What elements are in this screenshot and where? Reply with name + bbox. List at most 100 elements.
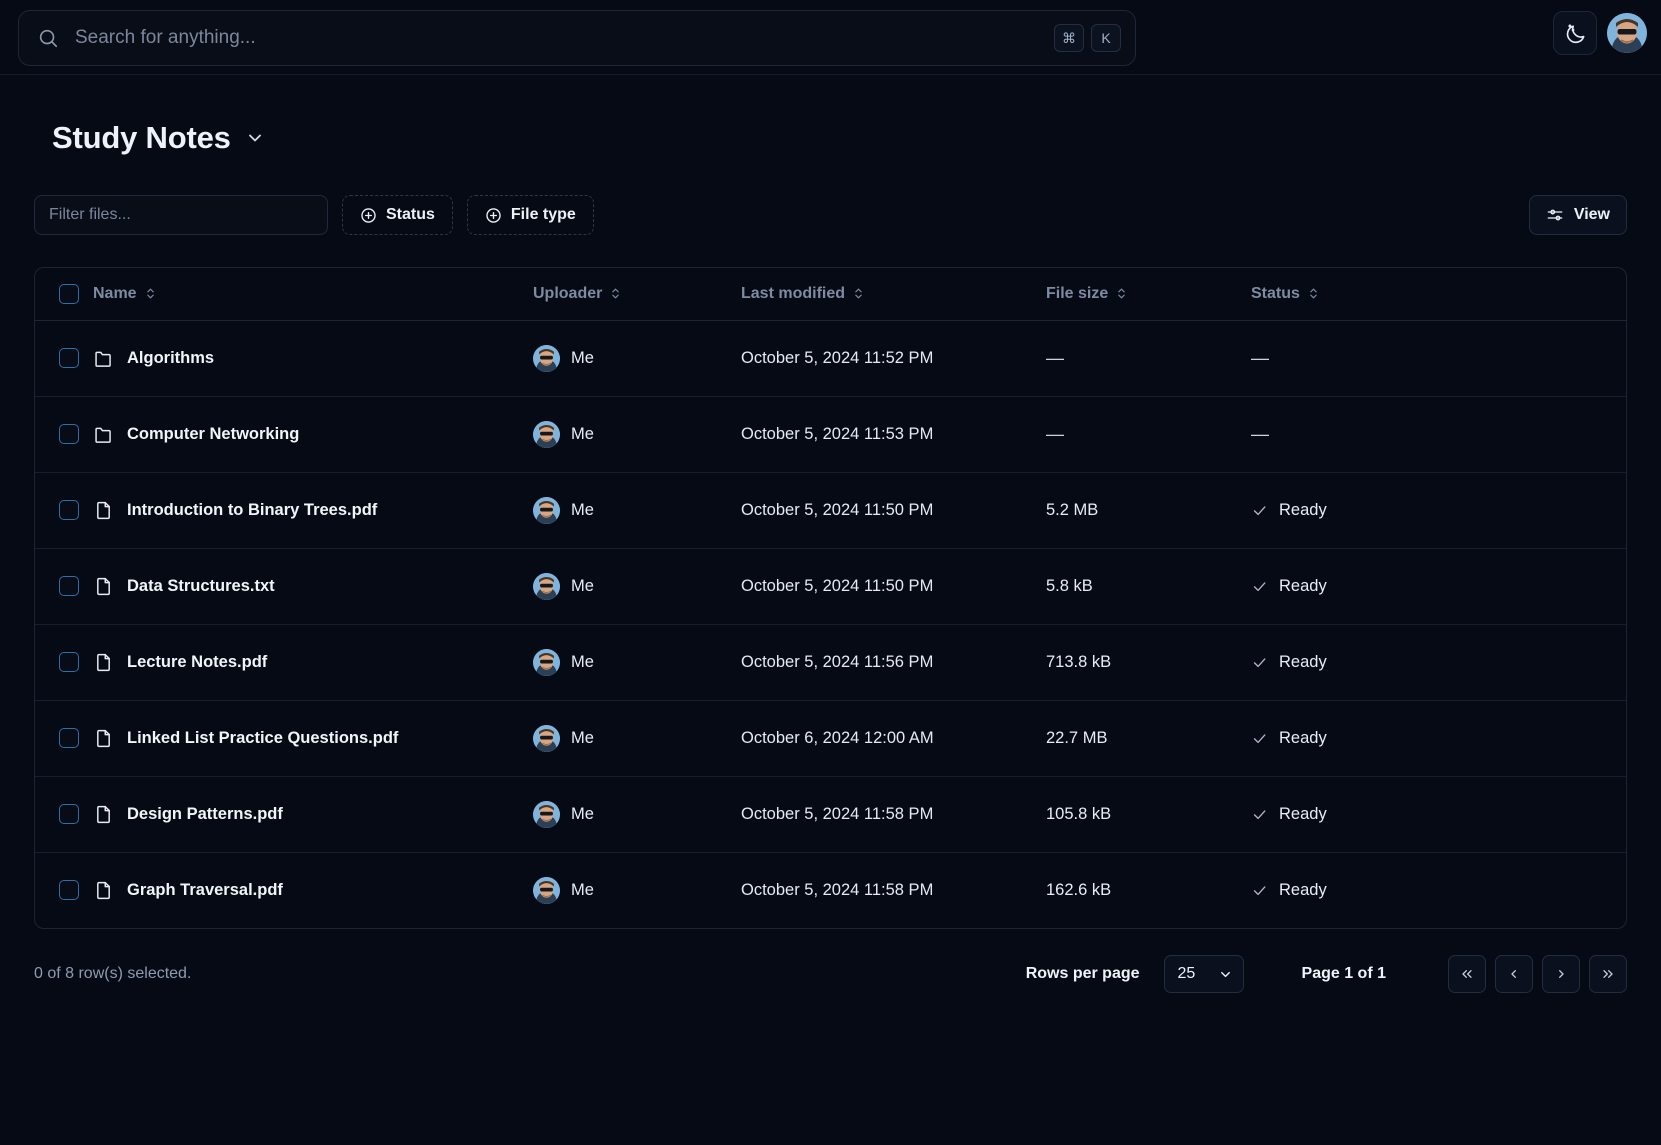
- table-row[interactable]: Design Patterns.pdf Me October 5, 2024 11:…: [35, 776, 1626, 853]
- table-row[interactable]: Algorithms Me October 5, 2024 11:52 PM — —: [35, 320, 1626, 397]
- status-badge: Ready: [1279, 804, 1327, 823]
- view-options-button[interactable]: View: [1528, 195, 1627, 235]
- file-icon: [93, 652, 114, 673]
- status-cell: Ready: [1251, 548, 1626, 625]
- check-icon: [1251, 882, 1268, 899]
- status-filter-button[interactable]: Status: [342, 195, 453, 235]
- uploader-cell: Me: [533, 472, 741, 549]
- next-page-button[interactable]: [1542, 955, 1580, 993]
- last-modified-cell: October 5, 2024 11:53 PM: [741, 396, 1046, 473]
- search-icon: [37, 27, 59, 49]
- chevron-up-down-icon: [1115, 287, 1128, 300]
- row-checkbox[interactable]: [59, 804, 79, 824]
- chevron-up-down-icon: [144, 287, 157, 300]
- file-name-cell[interactable]: Algorithms: [93, 320, 533, 397]
- row-select-cell: [35, 776, 93, 853]
- file-icon: [93, 576, 114, 597]
- row-checkbox[interactable]: [59, 576, 79, 596]
- column-header-uploader[interactable]: Uploader: [533, 268, 741, 321]
- table-row[interactable]: Data Structures.txt Me October 5, 2024 11:…: [35, 548, 1626, 625]
- status-badge: Ready: [1279, 576, 1327, 595]
- status-cell: Ready: [1251, 700, 1626, 777]
- uploader-avatar: [533, 496, 560, 524]
- column-header-last-modified[interactable]: Last modified: [741, 268, 1046, 321]
- view-options-label: View: [1573, 206, 1610, 223]
- rows-per-page-select[interactable]: 25: [1163, 955, 1244, 993]
- moon-stars-icon: [1564, 22, 1587, 45]
- file-name-cell[interactable]: Computer Networking: [93, 396, 533, 473]
- page-title: Study Notes: [52, 120, 231, 155]
- uploader-avatar: [533, 724, 560, 752]
- previous-page-button[interactable]: [1495, 955, 1533, 993]
- last-modified-cell: October 5, 2024 11:52 PM: [741, 320, 1046, 397]
- chevrons-right-icon: [1600, 966, 1616, 982]
- table-row[interactable]: Graph Traversal.pdf Me October 5, 2024 11:…: [35, 852, 1626, 928]
- rows-per-page-label: Rows per page: [1025, 965, 1140, 982]
- uploader-cell: Me: [533, 396, 741, 473]
- row-checkbox[interactable]: [59, 652, 79, 672]
- row-select-cell: [35, 852, 93, 928]
- uploader-avatar: [533, 876, 560, 904]
- column-header-status[interactable]: Status: [1251, 268, 1626, 321]
- row-checkbox[interactable]: [59, 880, 79, 901]
- search-input[interactable]: [59, 27, 1054, 49]
- files-table: Name Uploader Last modified File size St…: [34, 267, 1627, 929]
- last-modified-cell: October 5, 2024 11:56 PM: [741, 624, 1046, 701]
- first-page-button[interactable]: [1448, 955, 1486, 993]
- table-row[interactable]: Lecture Notes.pdf Me October 5, 2024 11:56…: [35, 624, 1626, 701]
- row-checkbox[interactable]: [59, 348, 79, 368]
- table-row[interactable]: Computer Networking Me October 5, 2024 11:…: [35, 396, 1626, 473]
- file-size-label: 713.8 kB: [1046, 652, 1112, 671]
- row-select-cell: [35, 548, 93, 625]
- search-shortcut: ⌘ K: [1054, 24, 1121, 52]
- table-footer: 0 of 8 row(s) selected. Rows per page 25…: [34, 951, 1627, 997]
- file-name-cell[interactable]: Graph Traversal.pdf: [93, 852, 533, 928]
- chevron-up-down-icon: [609, 287, 622, 300]
- row-select-cell: [35, 700, 93, 777]
- file-name-cell[interactable]: Design Patterns.pdf: [93, 776, 533, 853]
- column-header-file-size[interactable]: File size: [1046, 268, 1251, 321]
- theme-toggle-button[interactable]: [1553, 11, 1597, 55]
- row-checkbox[interactable]: [59, 500, 79, 520]
- select-all-checkbox[interactable]: [59, 283, 79, 304]
- plus-circle-icon: [485, 207, 502, 224]
- uploader-avatar: [533, 344, 560, 372]
- file-name-cell[interactable]: Lecture Notes.pdf: [93, 624, 533, 701]
- select-all-header: [35, 268, 93, 321]
- row-checkbox[interactable]: [59, 424, 79, 444]
- chevron-down-icon[interactable]: [245, 128, 265, 148]
- avatar[interactable]: [1607, 13, 1647, 53]
- uploader-cell: Me: [533, 320, 741, 397]
- table-header: Name Uploader Last modified File size St…: [35, 268, 1626, 321]
- file-icon: [93, 880, 114, 901]
- table-row[interactable]: Introduction to Binary Trees.pdf Me Octobe…: [35, 472, 1626, 549]
- file-size-cell: 5.8 kB: [1046, 548, 1251, 625]
- column-header-name[interactable]: Name: [93, 268, 533, 321]
- file-size-label: —: [1046, 423, 1064, 444]
- last-modified-cell: October 5, 2024 11:58 PM: [741, 776, 1046, 853]
- file-name-cell[interactable]: Linked List Practice Questions.pdf: [93, 700, 533, 777]
- file-name-cell[interactable]: Data Structures.txt: [93, 548, 533, 625]
- file-size-label: 5.2 MB: [1046, 500, 1099, 519]
- status-cell: Ready: [1251, 624, 1626, 701]
- file-name-cell[interactable]: Introduction to Binary Trees.pdf: [93, 472, 533, 549]
- table-row[interactable]: Linked List Practice Questions.pdf Me Octo…: [35, 700, 1626, 777]
- column-header-file-size-label: File size: [1046, 284, 1109, 302]
- chevron-left-icon: [1506, 966, 1522, 982]
- top-bar: ⌘ K: [0, 0, 1661, 75]
- column-header-uploader-label: Uploader: [533, 284, 603, 302]
- global-search[interactable]: ⌘ K: [18, 10, 1136, 66]
- file-size-label: 105.8 kB: [1046, 804, 1112, 823]
- file-type-filter-label: File type: [510, 206, 576, 223]
- file-type-filter-button[interactable]: File type: [466, 195, 594, 235]
- table-header-row: Name Uploader Last modified File size St…: [35, 268, 1626, 321]
- last-page-button[interactable]: [1589, 955, 1627, 993]
- file-name-label: Computer Networking: [127, 424, 300, 443]
- file-size-cell: 713.8 kB: [1046, 624, 1251, 701]
- status-badge: —: [1251, 347, 1269, 368]
- uploader-cell: Me: [533, 852, 741, 928]
- filter-files-input[interactable]: [34, 195, 328, 235]
- file-icon: [93, 804, 114, 825]
- plus-circle-icon: [360, 207, 377, 224]
- row-checkbox[interactable]: [59, 728, 79, 748]
